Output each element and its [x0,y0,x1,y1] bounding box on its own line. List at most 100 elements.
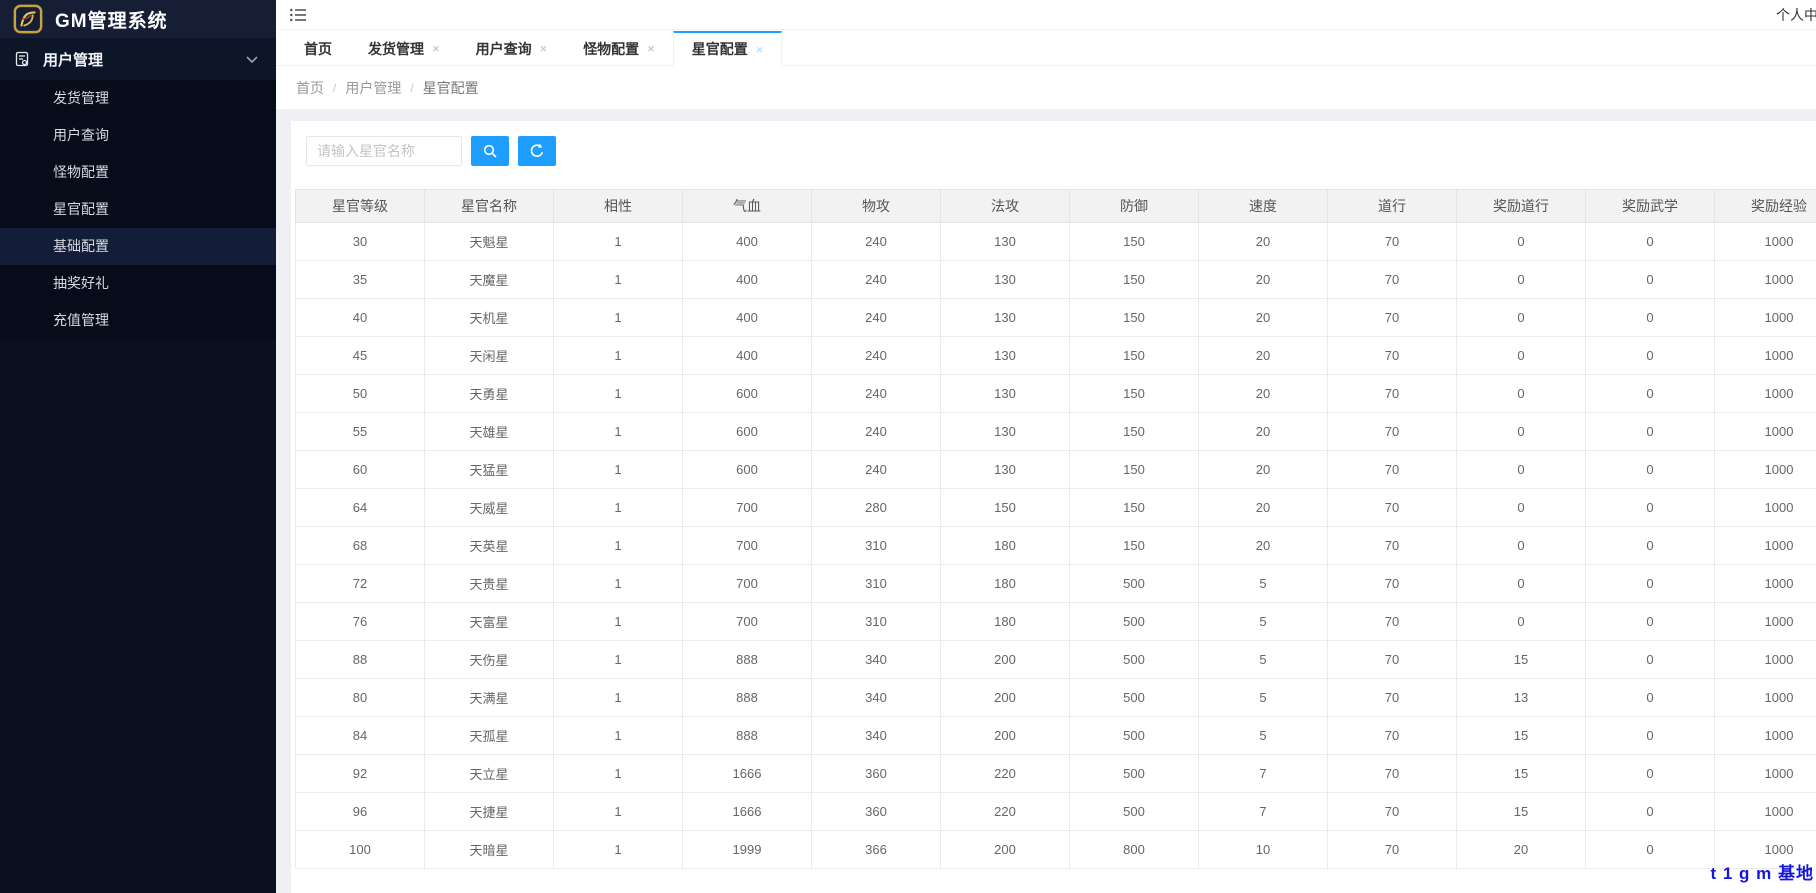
tab-label: 发货管理 [368,40,424,57]
tab-close-icon[interactable]: × [756,43,764,56]
table-cell: 240 [811,412,941,451]
table-cell: 1000 [1714,678,1816,717]
tab[interactable]: 发货管理 × [350,30,458,65]
table-cell: 340 [811,640,941,679]
tab-close-icon[interactable]: × [647,42,655,55]
tab[interactable]: 怪物配置 × [565,30,673,65]
sidebar-item[interactable]: 抽奖好礼 [0,265,276,302]
sidebar-item[interactable]: 发货管理 [0,80,276,117]
tab-close-icon[interactable]: × [432,42,440,55]
table-cell: 50 [295,374,425,413]
table-cell: 92 [295,754,425,793]
table-cell: 400 [682,298,812,337]
table-cell: 888 [682,678,812,717]
table-cell: 0 [1456,412,1586,451]
content-card: 星官等级星官名称相性气血物攻法攻防御速度道行奖励道行奖励武学奖励经验 30天魁星… [291,121,1816,893]
table-cell: 310 [811,526,941,565]
table-cell: 15 [1456,716,1586,755]
table-cell: 600 [682,450,812,489]
table-row: 72 天贵星 1 700 310 180 500 5 70 0 0 1000 [295,564,1816,603]
tab[interactable]: 首页 [286,30,350,65]
table-cell: 天满星 [424,678,554,717]
table-cell: 220 [940,754,1070,793]
table-cell: 0 [1585,260,1715,299]
table-row: 84 天孤星 1 888 340 200 500 5 70 15 0 1000 [295,716,1816,755]
user-menu[interactable]: 个人中心 [1776,5,1816,25]
table-cell: 1000 [1714,450,1816,489]
table-cell: 70 [1327,450,1457,489]
app-logo-icon [13,4,43,34]
table-cell: 7 [1198,754,1328,793]
table-cell: 130 [940,412,1070,451]
tab-label: 首页 [304,40,332,57]
table-cell: 400 [682,222,812,261]
table-cell: 200 [940,830,1070,869]
table-cell: 70 [1327,336,1457,375]
table-cell: 40 [295,298,425,337]
table-cell: 天捷星 [424,792,554,831]
tab-label: 用户查询 [475,40,532,57]
table-cell: 180 [940,526,1070,565]
table-cell: 360 [811,792,941,831]
table-cell: 400 [682,336,812,375]
search-icon [482,143,498,159]
table-cell: 天伤星 [424,640,554,679]
sidebar-item[interactable]: 基础配置 [0,228,276,265]
table-cell: 0 [1456,260,1586,299]
table-cell: 500 [1069,564,1199,603]
table-cell: 1000 [1714,526,1816,565]
table-cell: 500 [1069,754,1199,793]
sidebar-item[interactable]: 充值管理 [0,302,276,339]
column-header: 相性 [553,189,683,223]
table-cell: 5 [1198,678,1328,717]
table-cell: 天魔星 [424,260,554,299]
breadcrumb-item[interactable]: 首页 [296,78,324,98]
table-cell: 130 [940,260,1070,299]
tab[interactable]: 星官配置 × [672,31,783,66]
table-row: 60 天猛星 1 600 240 130 150 20 70 0 0 1000 [295,450,1816,489]
topbar: 个人中心 [276,0,1816,30]
table-cell: 130 [940,374,1070,413]
table-cell: 220 [940,792,1070,831]
table-cell: 0 [1585,716,1715,755]
search-button[interactable] [471,136,509,166]
sidebar: GM管理系统 用户管理 发货管理 用户查询 怪物配置 星官配置 基础配置 抽奖好礼 充值管理 [0,0,276,893]
table-cell: 20 [1456,830,1586,869]
table-cell: 0 [1456,526,1586,565]
table-cell: 70 [1327,412,1457,451]
table-cell: 340 [811,716,941,755]
table-cell: 20 [1198,488,1328,527]
sidebar-item[interactable]: 怪物配置 [0,154,276,191]
tab-close-icon[interactable]: × [540,42,548,55]
breadcrumb-item[interactable]: 用户管理 [345,78,401,98]
sidebar-item[interactable]: 星官配置 [0,191,276,228]
table-cell: 500 [1069,678,1199,717]
table-cell: 0 [1585,792,1715,831]
sidebar-group-user-management[interactable]: 用户管理 [0,38,276,80]
table-cell: 35 [295,260,425,299]
table-cell: 700 [682,602,812,641]
tab[interactable]: 用户查询 × [458,30,566,65]
table-cell: 150 [1069,298,1199,337]
search-input[interactable] [306,136,462,166]
table-cell: 1 [553,298,683,337]
menu-toggle-icon[interactable] [290,8,306,22]
table-cell: 0 [1585,754,1715,793]
table-cell: 5 [1198,716,1328,755]
table-cell: 0 [1585,640,1715,679]
table-cell: 70 [1327,792,1457,831]
table-cell: 70 [1327,564,1457,603]
table-row: 30 天魁星 1 400 240 130 150 20 70 0 0 1000 [295,222,1816,261]
tab-label: 怪物配置 [583,40,640,57]
table-cell: 0 [1585,298,1715,337]
table-cell: 600 [682,374,812,413]
sidebar-item[interactable]: 用户查询 [0,117,276,154]
table-cell: 150 [1069,260,1199,299]
table-cell: 70 [1327,222,1457,261]
watermark: t 1 g m 基地 [1710,864,1814,883]
table-cell: 130 [940,450,1070,489]
table-cell: 天勇星 [424,374,554,413]
refresh-button[interactable] [518,136,556,166]
table-cell: 0 [1585,564,1715,603]
table-cell: 200 [940,716,1070,755]
